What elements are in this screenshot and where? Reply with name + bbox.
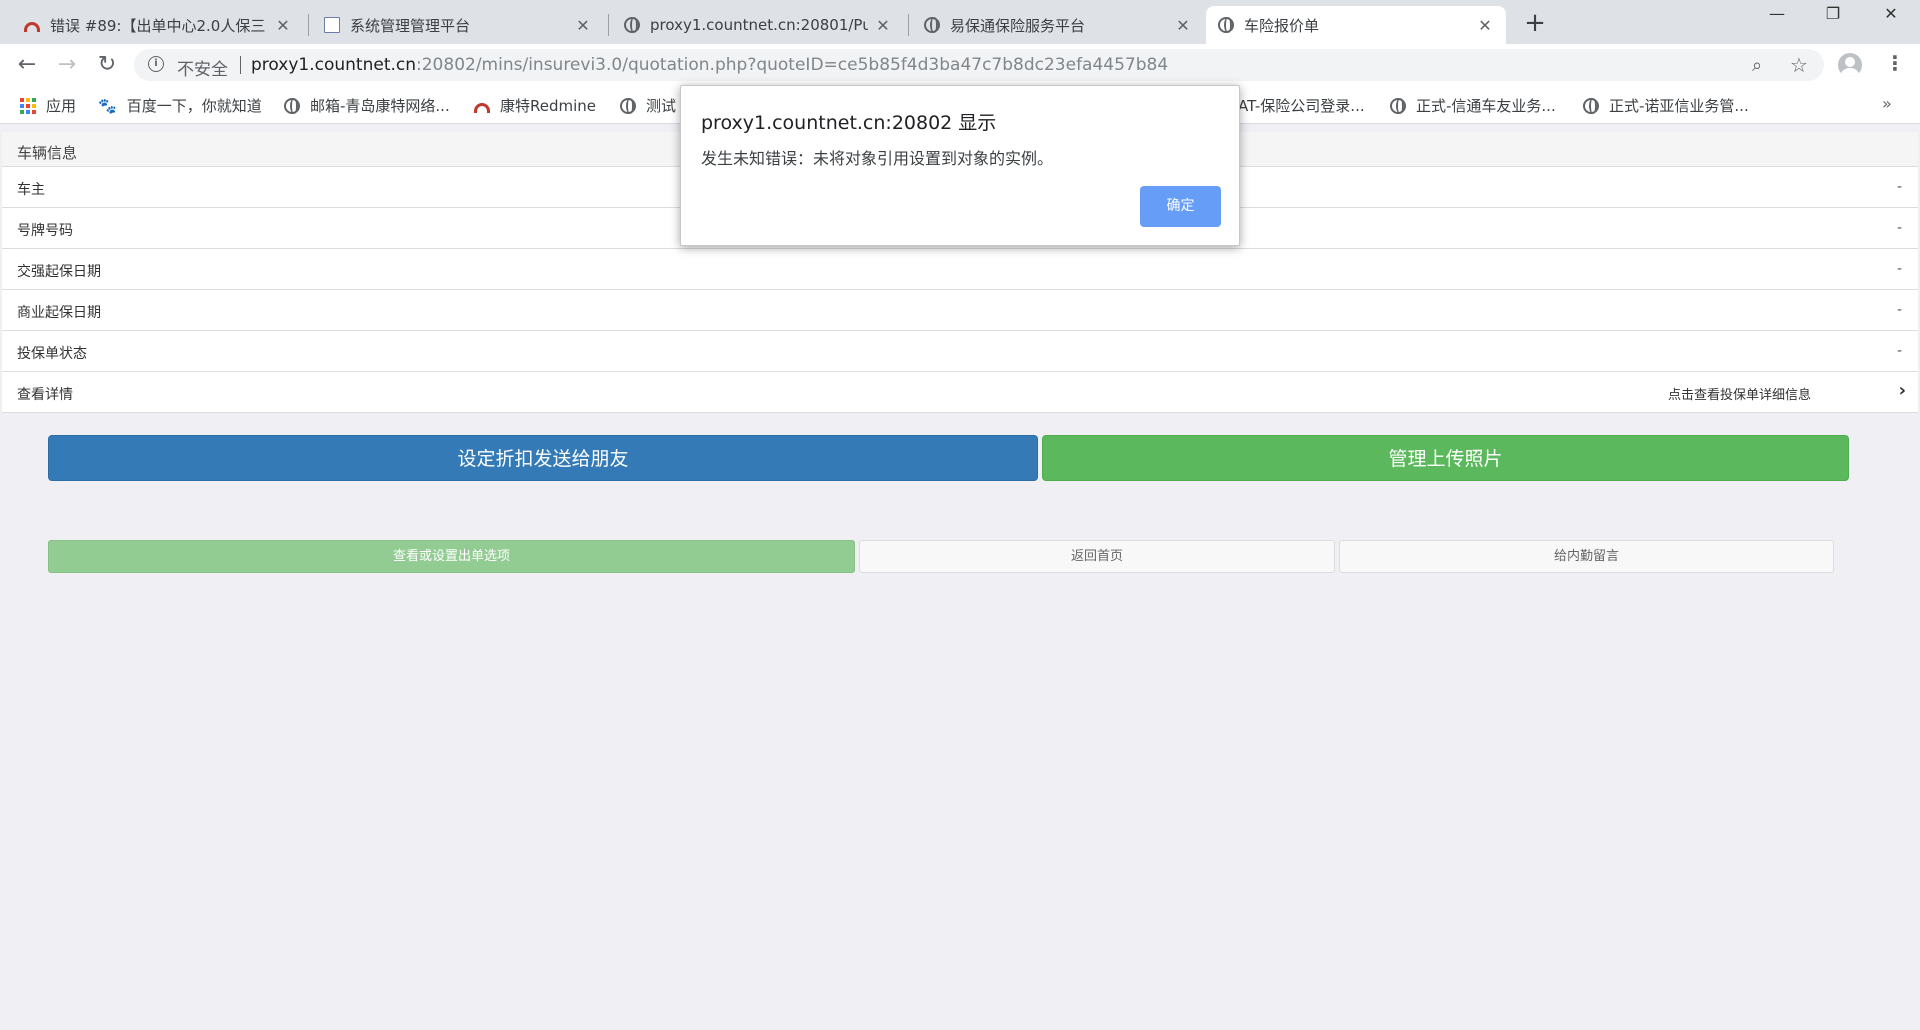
zoom-icon[interactable]: ⌕: [1752, 55, 1762, 76]
url-host: proxy1.countnet.cn: [251, 55, 417, 75]
tab-title: 易保通保险服务平台: [950, 16, 1086, 35]
browser-tab-active[interactable]: 车险报价单 ✕: [1206, 6, 1506, 44]
bookmark-apps[interactable]: 应用: [20, 95, 76, 116]
tab-separator: [608, 14, 609, 36]
page-content: 车辆信息 车主 - 号牌号码 - 交强起保日期 - 商业起保日期 - 投保单状态…: [0, 125, 1920, 1030]
tab-title: proxy1.countnet.cn:20801/Pus: [650, 16, 868, 34]
forward-icon[interactable]: →: [54, 52, 80, 78]
divider: [240, 56, 241, 74]
globe-icon: [924, 17, 940, 33]
tab-title: 车险报价单: [1244, 16, 1320, 35]
bookmark-label: 正式-信通车友业务...: [1416, 97, 1556, 115]
reload-icon[interactable]: ↻: [94, 52, 120, 78]
row-label: 交强起保日期: [17, 264, 101, 280]
apps-icon: [20, 97, 36, 114]
chevron-right-icon: ›: [1898, 380, 1906, 401]
send-discount-button[interactable]: 设定折扣发送给朋友: [48, 435, 1038, 481]
row-label: 车主: [17, 182, 45, 198]
bookmark-uat[interactable]: AT-保险公司登录...: [1238, 95, 1365, 116]
row-label: 查看详情: [17, 387, 73, 403]
url-path: :20802/mins/insurevi3.0/quotation.php?qu…: [416, 55, 1169, 75]
dialog-title: proxy1.countnet.cn:20802 显示: [701, 112, 997, 134]
security-label: 不安全: [177, 60, 228, 80]
globe-icon: [624, 17, 640, 33]
menu-icon[interactable]: ⋮: [1885, 51, 1905, 75]
browser-tab[interactable]: 易保通保险服务平台 ✕: [912, 6, 1204, 44]
url-text[interactable]: proxy1.countnet.cn:20802/mins/insurevi3.…: [251, 55, 1168, 75]
bookmark-label: 测试: [646, 97, 677, 115]
view-details-row[interactable]: 查看详情 点击查看投保单详细信息 ›: [2, 372, 1918, 413]
close-tab-icon[interactable]: ✕: [274, 16, 292, 35]
bookmark-xintong[interactable]: 正式-信通车友业务...: [1390, 95, 1556, 116]
row-label: 投保单状态: [17, 346, 87, 362]
info-icon[interactable]: i: [148, 56, 164, 72]
bookmark-test[interactable]: 测试: [620, 95, 676, 116]
row-value: -: [1896, 343, 1902, 359]
bookmark-label: 应用: [46, 97, 77, 115]
more-bookmarks-icon[interactable]: »: [1882, 94, 1892, 113]
tab-strip: 错误 #89:【出单中心2.0人保三 ✕ 系统管理管理平台 ✕ proxy1.c…: [0, 0, 1920, 44]
globe-icon: [1390, 97, 1406, 114]
row-value: -: [1896, 179, 1902, 195]
back-icon[interactable]: ←: [14, 52, 40, 78]
globe-icon: [1218, 17, 1234, 33]
tab-separator: [308, 14, 309, 36]
address-bar[interactable]: i 不安全 proxy1.countnet.cn:20802/mins/insu…: [134, 49, 1824, 81]
tab-separator: [908, 14, 909, 36]
list-item: 交强起保日期 -: [2, 249, 1918, 290]
globe-icon: [620, 97, 636, 114]
bookmark-mail[interactable]: 邮箱-青岛康特网络...: [284, 95, 450, 116]
bookmark-label: 邮箱-青岛康特网络...: [310, 97, 450, 115]
minimize-button[interactable]: —: [1762, 4, 1792, 23]
list-item: 商业起保日期 -: [2, 290, 1918, 331]
close-tab-icon[interactable]: ✕: [1174, 16, 1192, 35]
baidu-paw-icon: 🐾: [98, 96, 117, 115]
ok-button[interactable]: 确定: [1140, 186, 1221, 227]
tab-title: 系统管理管理平台: [350, 16, 471, 35]
close-window-button[interactable]: ✕: [1876, 4, 1906, 23]
close-tab-icon[interactable]: ✕: [874, 16, 892, 35]
document-icon: [324, 17, 340, 33]
browser-tab[interactable]: 系统管理管理平台 ✕: [312, 6, 604, 44]
alert-dialog: proxy1.countnet.cn:20802 显示 发生未知错误：未将对象引…: [680, 85, 1240, 246]
row-value: -: [1896, 302, 1902, 318]
row-value: -: [1896, 220, 1902, 236]
bookmark-baidu[interactable]: 🐾 百度一下，你就知道: [98, 95, 262, 116]
bookmark-label: 百度一下，你就知道: [126, 97, 262, 115]
close-tab-icon[interactable]: ✕: [1476, 16, 1494, 35]
redmine-icon: [474, 102, 490, 113]
row-value: -: [1896, 261, 1902, 277]
close-tab-icon[interactable]: ✕: [574, 16, 592, 35]
browser-tab[interactable]: 错误 #89:【出单中心2.0人保三 ✕: [12, 6, 304, 44]
row-label: 号牌号码: [17, 223, 73, 239]
redmine-icon: [24, 22, 40, 32]
row-label: 商业起保日期: [17, 305, 101, 321]
bookmark-noya[interactable]: 正式-诺亚信业务管...: [1583, 95, 1749, 116]
bookmark-star-icon[interactable]: ☆: [1790, 53, 1808, 77]
browser-tab[interactable]: proxy1.countnet.cn:20801/Pus ✕: [612, 6, 904, 44]
browser-toolbar: ← → ↻ i 不安全 proxy1.countnet.cn:20802/min…: [0, 44, 1920, 86]
bookmark-label: 正式-诺亚信业务管...: [1609, 97, 1749, 115]
upload-photos-button[interactable]: 管理上传照片: [1042, 435, 1849, 481]
bookmark-label: 康特Redmine: [500, 97, 597, 115]
restore-button[interactable]: ❐: [1818, 4, 1848, 23]
order-options-button[interactable]: 查看或设置出单选项: [48, 540, 855, 573]
dialog-message: 发生未知错误：未将对象引用设置到对象的实例。: [701, 149, 1054, 168]
globe-icon: [284, 97, 300, 114]
globe-icon: [1583, 97, 1599, 114]
new-tab-button[interactable]: +: [1520, 8, 1550, 38]
tab-title: 错误 #89:【出单中心2.0人保三: [50, 16, 266, 35]
bookmark-label: AT-保险公司登录...: [1238, 97, 1365, 115]
profile-avatar-icon[interactable]: [1838, 53, 1862, 77]
list-item: 投保单状态 -: [2, 331, 1918, 372]
back-home-button[interactable]: 返回首页: [859, 540, 1335, 573]
leave-message-button[interactable]: 给内勤留言: [1339, 540, 1834, 573]
bookmark-redmine[interactable]: 康特Redmine: [474, 95, 596, 116]
details-hint: 点击查看投保单详细信息: [1667, 388, 1811, 403]
